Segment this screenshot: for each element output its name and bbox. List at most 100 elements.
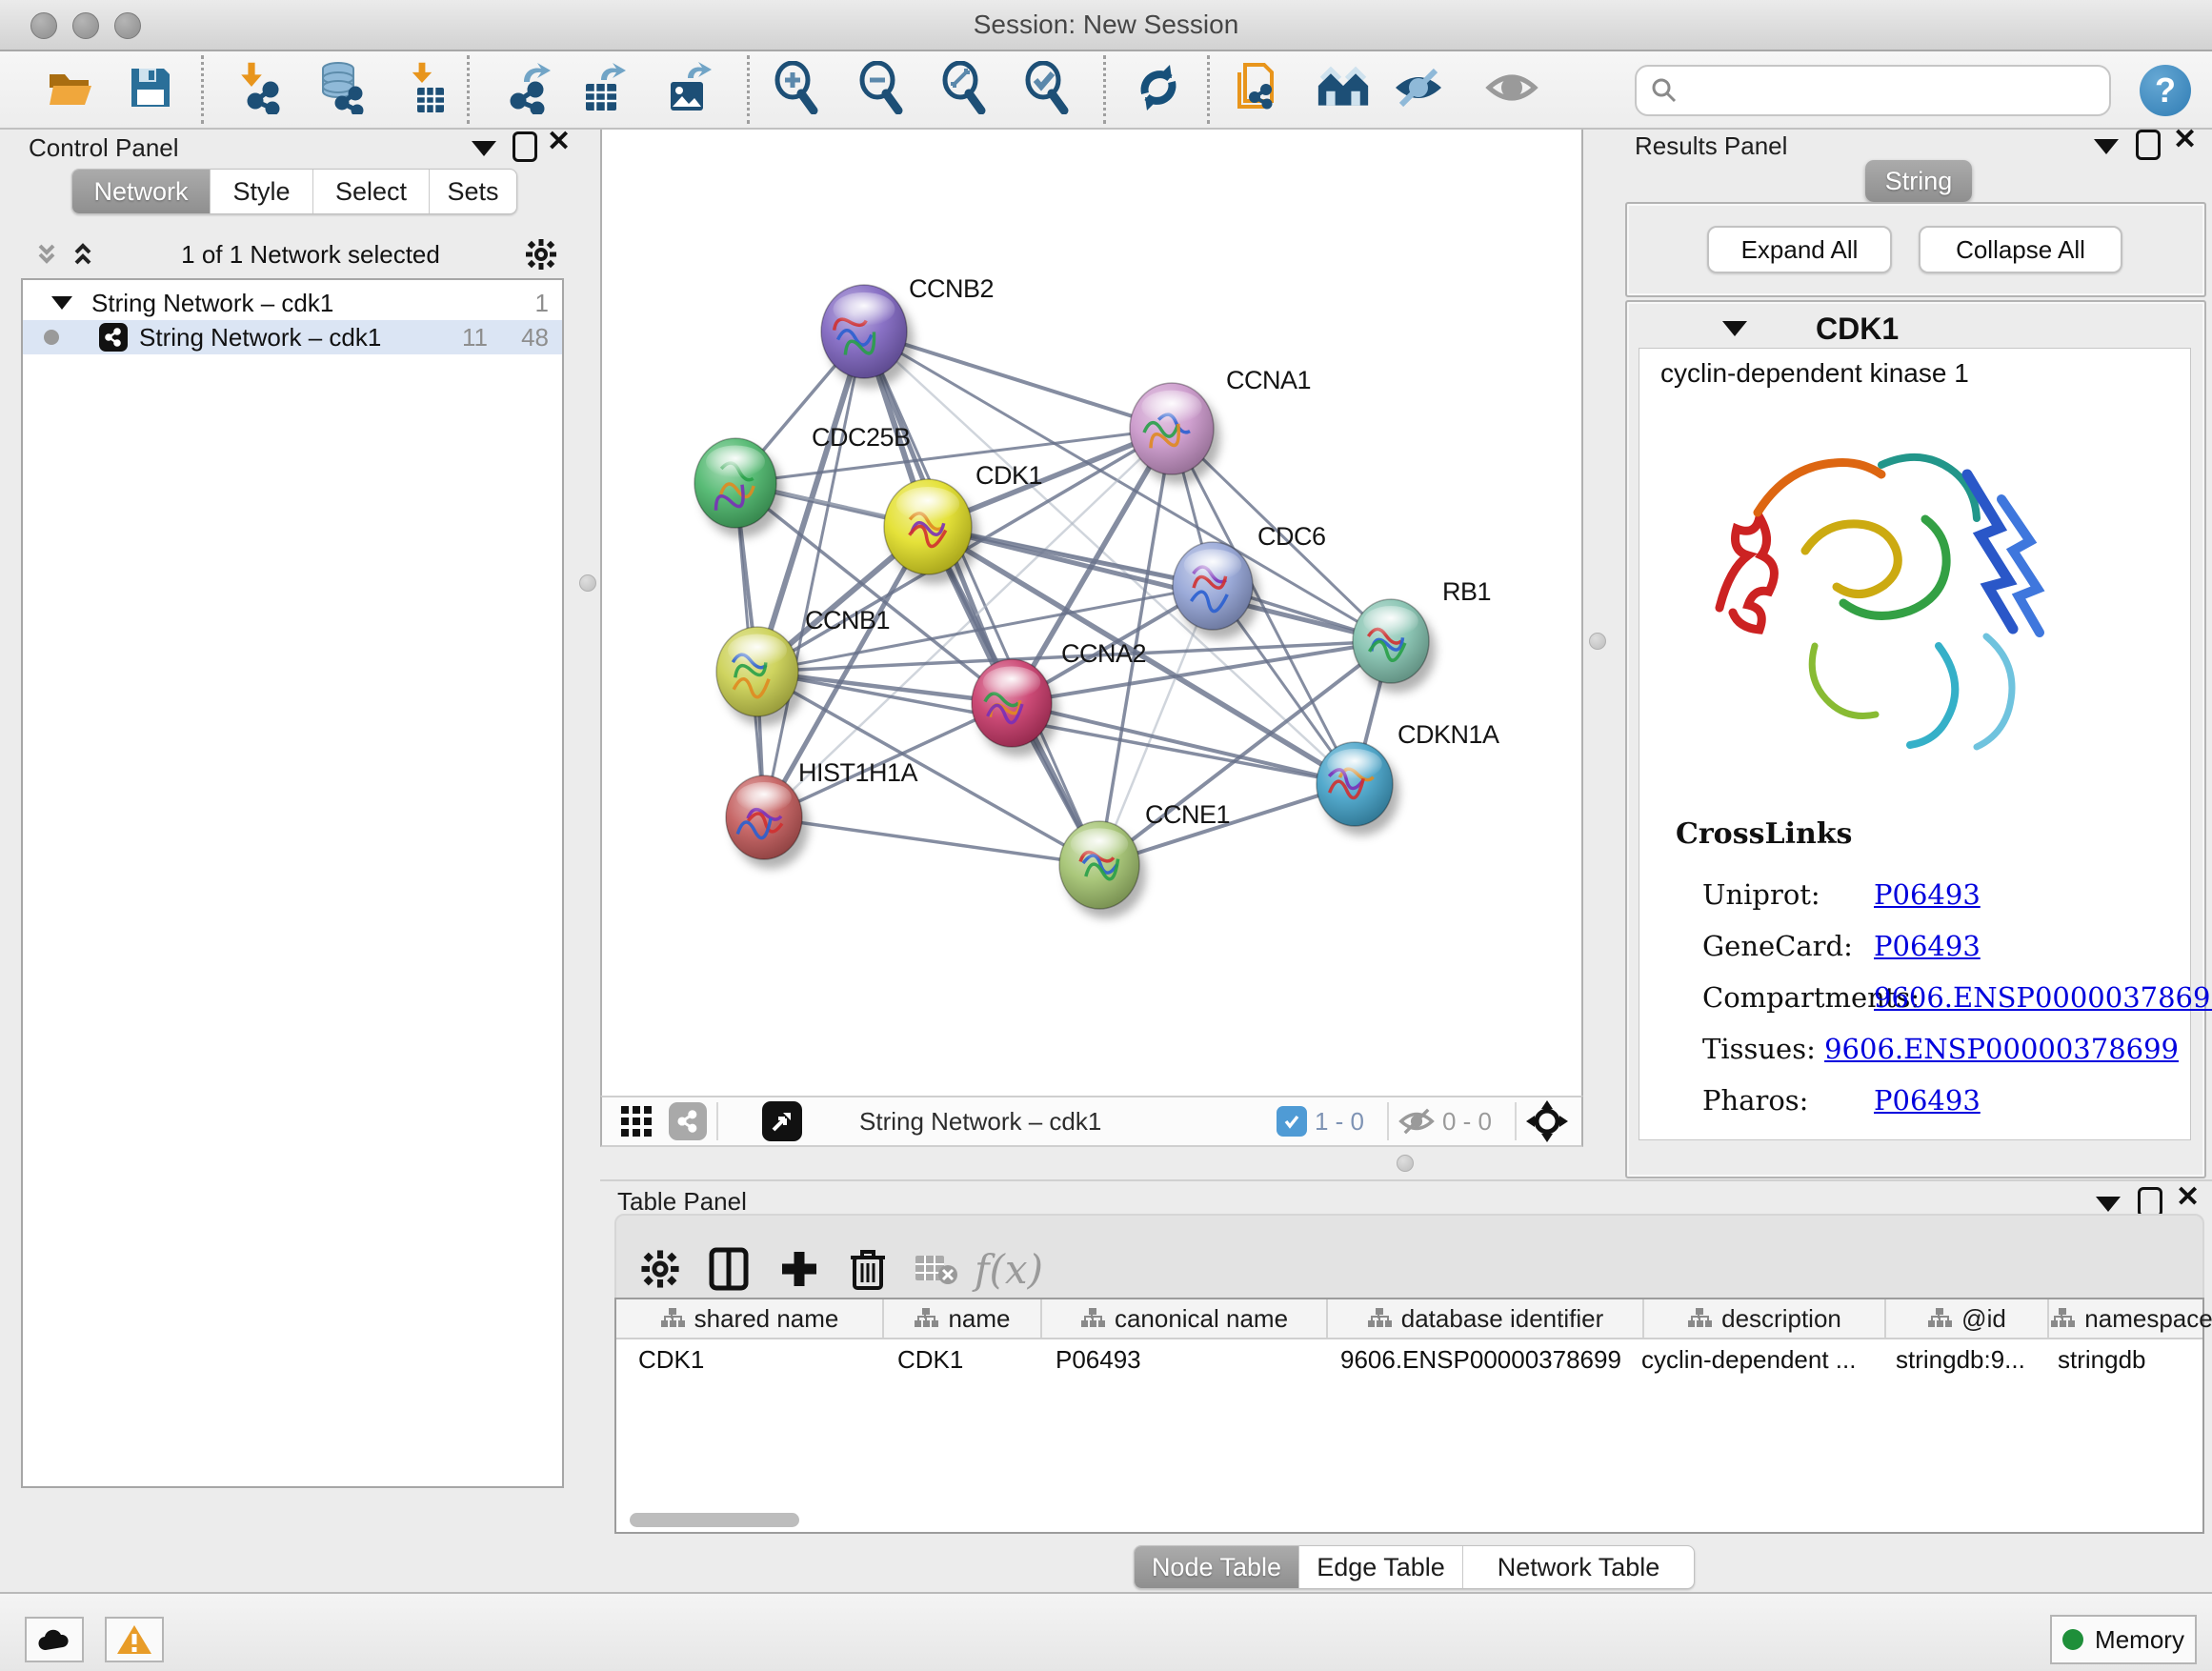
crosslink-label: Uniprot: xyxy=(1702,878,1874,911)
control-panel-close-icon[interactable]: ✕ xyxy=(547,130,571,154)
control-panel-collapse-icon[interactable] xyxy=(472,141,496,156)
add-column-plus-icon[interactable] xyxy=(769,1238,830,1299)
grid-view-icon[interactable] xyxy=(619,1104,654,1138)
tab-style[interactable]: Style xyxy=(210,170,312,213)
open-in-window-icon[interactable] xyxy=(762,1101,802,1141)
table-panel-close-icon[interactable]: ✕ xyxy=(2176,1185,2200,1210)
network-graph[interactable]: CCNB2CCNA1CDC25BCDK1CDC6RB1CCNB1CCNA2CDK… xyxy=(602,130,1581,1096)
gear-icon[interactable] xyxy=(524,237,558,272)
save-session-icon[interactable] xyxy=(124,61,177,114)
column-header-database-identifier[interactable]: database identifier xyxy=(1326,1299,1642,1338)
network-canvas[interactable]: CCNB2CCNA1CDC25BCDK1CDC6RB1CCNB1CCNA2CDK… xyxy=(600,130,1583,1096)
crosslink-link[interactable]: P06493 xyxy=(1874,930,1981,962)
horizontal-splitter-handle[interactable] xyxy=(1397,1155,1414,1172)
export-network-icon[interactable] xyxy=(503,61,556,114)
node-CDC25B[interactable] xyxy=(694,438,783,537)
node-CCNE1[interactable] xyxy=(1059,821,1146,918)
zoom-selected-icon[interactable] xyxy=(1020,61,1074,114)
tab-select[interactable]: Select xyxy=(312,170,429,213)
horizontal-scrollbar[interactable] xyxy=(630,1513,799,1527)
toolbar-separator xyxy=(1103,55,1106,124)
warning-status-button[interactable] xyxy=(105,1617,164,1662)
tab-edge-table[interactable]: Edge Table xyxy=(1298,1546,1462,1588)
column-header-name[interactable]: name xyxy=(882,1299,1040,1338)
crosslink-link[interactable]: 9606.ENSP00000378699 xyxy=(1874,981,2212,1014)
tab-network-table[interactable]: Network Table xyxy=(1462,1546,1694,1588)
expand-all-button[interactable]: Expand All xyxy=(1707,226,1892,273)
gene-header[interactable]: CDK1 xyxy=(1627,310,2204,348)
selected-checkbox-icon[interactable] xyxy=(1277,1106,1307,1137)
refresh-icon[interactable] xyxy=(1132,61,1185,114)
memory-button[interactable]: Memory xyxy=(2050,1615,2197,1664)
collapse-all-chevron-icon[interactable] xyxy=(32,240,61,269)
table-cell[interactable]: cyclin-dependent ... xyxy=(1641,1345,1856,1375)
open-session-icon[interactable] xyxy=(44,61,97,114)
edge-HIST1H1A-CCNE1[interactable] xyxy=(764,817,1099,865)
zoom-out-icon[interactable] xyxy=(855,61,908,114)
crosslink-link[interactable]: P06493 xyxy=(1874,1084,1981,1117)
import-network-database-icon[interactable] xyxy=(313,61,367,114)
zoom-in-icon[interactable] xyxy=(770,61,823,114)
cloud-status-button[interactable] xyxy=(25,1617,84,1662)
column-header--id[interactable]: @id xyxy=(1884,1299,2047,1338)
column-header-description[interactable]: description xyxy=(1642,1299,1884,1338)
node-table[interactable]: shared namenamecanonical namedatabase id… xyxy=(614,1298,2204,1534)
table-cell[interactable]: stringdb:9... xyxy=(1896,1345,2025,1375)
crosslink-link[interactable]: 9606.ENSP00000378699 xyxy=(1824,1033,2179,1065)
clone-network-icon[interactable] xyxy=(1232,61,1285,114)
column-header-namespace[interactable]: namespace xyxy=(2047,1299,2212,1338)
results-panel-close-icon[interactable]: ✕ xyxy=(2173,128,2197,152)
node-RB1[interactable] xyxy=(1353,599,1436,693)
export-image-icon[interactable] xyxy=(663,61,716,114)
results-panel-collapse-icon[interactable] xyxy=(2094,139,2119,154)
crosslink-link[interactable]: P06493 xyxy=(1874,878,1981,911)
column-header-shared-name[interactable]: shared name xyxy=(616,1299,882,1338)
node-CDK1[interactable] xyxy=(884,479,978,584)
node-label-CDC25B: CDC25B xyxy=(812,423,911,452)
expand-all-chevron-icon[interactable] xyxy=(69,240,97,269)
collapse-all-button[interactable]: Collapse All xyxy=(1919,226,2122,273)
export-table-icon[interactable] xyxy=(578,61,632,114)
tab-sets[interactable]: Sets xyxy=(429,170,516,213)
node-CCNA1[interactable] xyxy=(1130,383,1220,484)
table-cell[interactable]: P06493 xyxy=(1056,1345,1141,1375)
right-splitter-handle[interactable] xyxy=(1589,633,1606,650)
control-panel-float-icon[interactable] xyxy=(513,131,537,162)
first-neighbors-icon[interactable] xyxy=(1317,61,1370,114)
search-field[interactable] xyxy=(1635,65,2111,116)
tab-node-table[interactable]: Node Table xyxy=(1135,1546,1298,1588)
column-header-canonical-name[interactable]: canonical name xyxy=(1040,1299,1326,1338)
delete-column-trash-icon[interactable] xyxy=(837,1238,898,1299)
tab-string[interactable]: String xyxy=(1865,160,1972,202)
control-panel-title: Control Panel xyxy=(29,133,179,163)
gene-collapse-icon[interactable] xyxy=(1722,321,1747,336)
hide-selected-icon[interactable] xyxy=(1392,61,1445,114)
table-cell[interactable]: stringdb xyxy=(2058,1345,2146,1375)
import-network-file-icon[interactable] xyxy=(231,61,284,114)
network-row-selected[interactable]: String Network – cdk1 11 48 xyxy=(23,320,562,354)
tree-expand-icon[interactable] xyxy=(51,296,72,310)
help-button[interactable]: ? xyxy=(2140,65,2191,116)
tab-network[interactable]: Network xyxy=(72,170,210,213)
network-collection-row[interactable]: String Network – cdk1 1 xyxy=(23,286,562,320)
node-CCNB2[interactable] xyxy=(821,285,914,388)
table-cell[interactable]: CDK1 xyxy=(897,1345,963,1375)
left-splitter-handle[interactable] xyxy=(579,574,596,592)
table-cell[interactable]: 9606.ENSP00000378699 xyxy=(1340,1345,1621,1375)
results-panel-float-icon[interactable] xyxy=(2136,130,2161,160)
search-input[interactable] xyxy=(1679,75,2109,107)
node-CDKN1A[interactable] xyxy=(1317,742,1399,836)
zoom-fit-icon[interactable] xyxy=(937,61,991,114)
table-cell[interactable]: CDK1 xyxy=(638,1345,704,1375)
string-view-icon[interactable] xyxy=(669,1102,707,1140)
edge-CCNA2-CDKN1A[interactable] xyxy=(1012,703,1355,784)
import-table-icon[interactable] xyxy=(398,61,452,114)
show-columns-icon[interactable] xyxy=(698,1238,759,1299)
table-settings-gear-icon[interactable] xyxy=(630,1238,691,1299)
fit-selected-crosshair-icon[interactable] xyxy=(1526,1100,1568,1142)
hidden-nodes-edges-count: 0 - 0 xyxy=(1442,1107,1492,1137)
show-all-icon[interactable] xyxy=(1485,61,1538,114)
node-CCNA2[interactable] xyxy=(972,659,1058,756)
table-panel-collapse-icon[interactable] xyxy=(2096,1197,2121,1212)
node-HIST1H1A[interactable] xyxy=(726,775,809,869)
